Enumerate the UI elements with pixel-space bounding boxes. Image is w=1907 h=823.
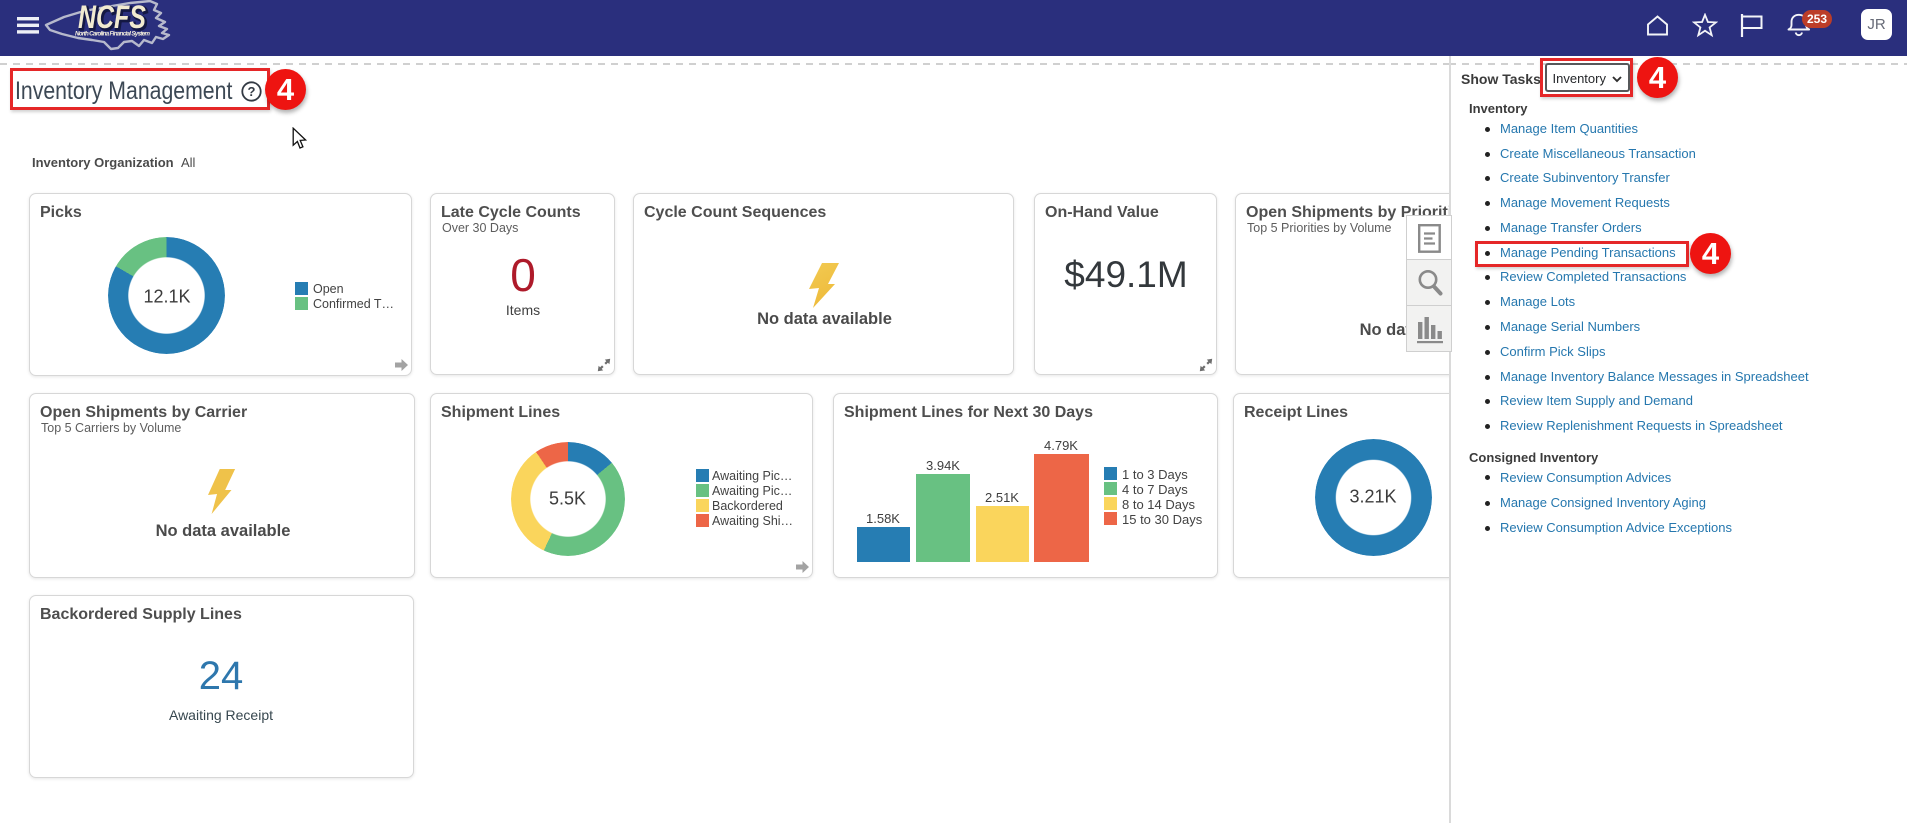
svg-text:North Carolina Financial Syste: North Carolina Financial System (75, 31, 150, 38)
